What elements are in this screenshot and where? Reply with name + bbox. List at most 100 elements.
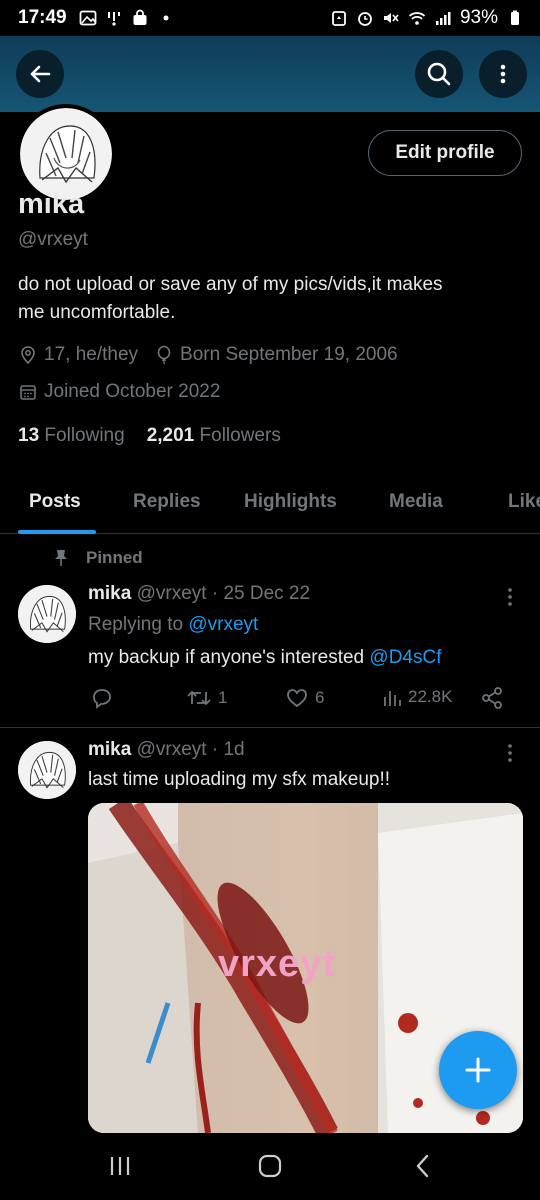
avatar-illustration [20, 108, 112, 200]
location-text: 17, he/they [44, 344, 139, 365]
location-pin-icon [21, 346, 35, 365]
tweet-separator: · [211, 583, 219, 604]
follow-stats: 13 Following 2,201 Followers [18, 425, 281, 447]
following-label: Following [44, 425, 125, 446]
profile-tabs: Posts Replies Highlights Media Likes [0, 470, 540, 534]
retweet-count: 1 [218, 688, 228, 707]
signal-icon [435, 12, 451, 25]
hotspot-icon [107, 12, 120, 26]
media-watermark: vrxeyt [218, 943, 336, 985]
replying-mention[interactable]: @vrxeyt [188, 614, 258, 635]
tweet-avatar[interactable] [18, 741, 76, 799]
tweet-separator: · [211, 739, 219, 760]
tweet-text: my backup if anyone's interested @D4sCf [88, 647, 441, 669]
status-bar: 17:49 93% [0, 0, 540, 36]
profile-meta-row-2: Joined October 2022 [18, 381, 230, 403]
arrow-left-icon [30, 65, 51, 83]
more-vertical-icon [500, 64, 506, 84]
nav-back-button[interactable] [403, 1151, 443, 1181]
dot-icon [163, 15, 169, 21]
mute-icon [383, 13, 399, 23]
tweet-author-name[interactable]: mika [88, 739, 131, 760]
tweet-time[interactable]: 25 Dec 22 [223, 583, 310, 604]
tweet-time[interactable]: 1d [223, 739, 244, 760]
avatar-illustration [18, 585, 76, 643]
location-item: 17, he/they [18, 344, 138, 366]
birthday-text: Born September 19, 2006 [180, 344, 398, 365]
bio-line-2: me uncomfortable. [18, 302, 176, 323]
profile-handle: @vrxeyt [18, 229, 88, 250]
tweet-avatar[interactable] [18, 585, 76, 643]
tab-likes[interactable]: Likes [508, 491, 540, 513]
home-icon [258, 1154, 282, 1178]
balloon-icon [157, 345, 171, 365]
followers-count: 2,201 [146, 425, 195, 446]
status-right-icons: 93% [330, 7, 524, 29]
battery-icon [511, 10, 519, 25]
reply-icon [93, 689, 111, 709]
status-time: 17:49 [18, 7, 67, 28]
system-navbar [0, 1133, 540, 1200]
plus-icon [465, 1057, 491, 1083]
replying-prefix: Replying to [88, 614, 184, 635]
views-icon [384, 691, 401, 706]
tweet-actions: 1 6 22.8K [88, 686, 508, 714]
retweet-icon [187, 690, 211, 706]
tweet-body: my backup if anyone's interested [88, 647, 365, 668]
recents-button[interactable] [100, 1151, 140, 1181]
like-button[interactable]: 6 [285, 686, 324, 710]
like-count: 6 [315, 688, 325, 707]
retweet-button[interactable]: 1 [186, 686, 227, 710]
recents-icon [110, 1157, 130, 1175]
heart-icon [287, 689, 307, 708]
share-icon [482, 687, 502, 709]
tab-posts[interactable]: Posts [29, 491, 81, 513]
battery-percent: 93% [459, 7, 498, 28]
tweet-text: last time uploading my sfx makeup!! [88, 769, 391, 790]
avatar-illustration [18, 741, 76, 799]
compose-button[interactable] [439, 1031, 517, 1109]
status-left-icons [79, 9, 175, 27]
tab-media[interactable]: Media [389, 491, 443, 513]
back-button[interactable] [16, 50, 64, 98]
views-count: 22.8K [408, 687, 453, 706]
followers-label: Followers [199, 425, 281, 446]
search-button[interactable] [415, 50, 463, 98]
following-link[interactable]: 13 Following [18, 425, 125, 447]
alarm-icon [358, 12, 372, 26]
tweet-header: mika @vrxeyt · 25 Dec 22 [88, 583, 310, 605]
more-button[interactable] [479, 50, 527, 98]
tweet-more-icon[interactable] [502, 585, 518, 609]
tweet-more-icon[interactable] [502, 741, 518, 765]
nav-back-icon [416, 1154, 429, 1178]
views-button[interactable]: 22.8K [382, 686, 452, 708]
profile-bio: do not upload or save any of my pics/vid… [18, 271, 518, 327]
tweet-mention[interactable]: @D4sCf [369, 647, 441, 668]
profile-name: mika [18, 188, 85, 220]
tweet-author-handle[interactable]: @vrxeyt [137, 739, 207, 760]
reply-button[interactable] [90, 686, 120, 710]
tweet-divider [0, 727, 540, 728]
tab-replies[interactable]: Replies [133, 491, 201, 513]
tab-highlights[interactable]: Highlights [244, 491, 337, 513]
pinned-text: Pinned [86, 548, 143, 567]
profile-meta-row-1: 17, he/they Born September 19, 2006 [18, 344, 408, 366]
birthday-item: Born September 19, 2006 [154, 344, 398, 366]
following-count: 13 [18, 425, 40, 446]
edit-profile-button[interactable]: Edit profile [368, 130, 522, 176]
followers-link[interactable]: 2,201 Followers [147, 425, 281, 447]
replying-to: Replying to @vrxeyt [88, 614, 258, 636]
image-icon [79, 10, 97, 26]
joined-item: Joined October 2022 [18, 381, 220, 403]
home-button[interactable] [250, 1151, 290, 1181]
share-button[interactable] [480, 686, 504, 710]
tab-active-indicator [18, 530, 96, 534]
calendar-icon [20, 385, 36, 400]
tweet-author-name[interactable]: mika [88, 583, 131, 604]
pin-icon [55, 550, 67, 566]
bag-icon [133, 9, 147, 25]
tweet-author-handle[interactable]: @vrxeyt [137, 583, 207, 604]
battery-saver-icon [332, 11, 346, 26]
tweet-header: mika @vrxeyt · 1d [88, 739, 245, 761]
joined-text: Joined October 2022 [44, 381, 221, 402]
